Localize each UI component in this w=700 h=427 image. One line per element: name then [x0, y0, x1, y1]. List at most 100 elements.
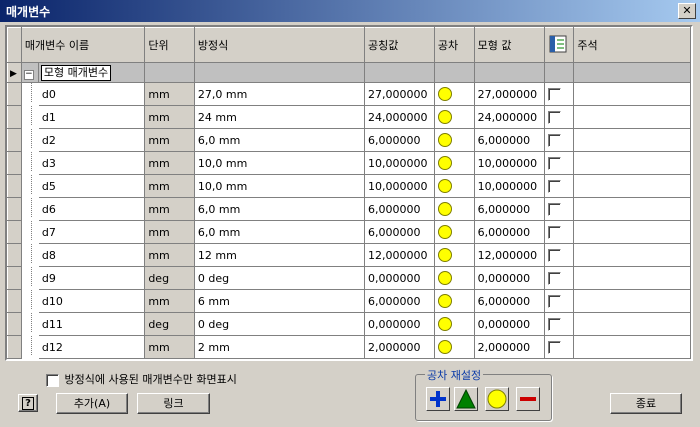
parameter-unit[interactable]: mm [144, 128, 195, 152]
close-button[interactable]: 종료 [610, 393, 682, 414]
export-checkbox[interactable] [547, 248, 561, 262]
parameter-equation[interactable]: 0 deg [193, 266, 366, 290]
parameter-unit[interactable]: deg [144, 266, 195, 290]
parameter-comment[interactable] [573, 82, 691, 106]
parameter-name[interactable]: d11 [37, 312, 146, 336]
parameter-equation[interactable]: 10,0 mm [193, 151, 366, 175]
export-checkbox[interactable] [547, 317, 561, 331]
parameter-equation[interactable]: 6,0 mm [193, 197, 366, 221]
tolerance-nominal-icon[interactable] [437, 225, 452, 239]
parameter-unit[interactable]: mm [144, 82, 195, 106]
parameter-export[interactable] [543, 105, 575, 129]
parameter-export[interactable] [543, 197, 575, 221]
export-checkbox[interactable] [547, 294, 561, 308]
parameter-unit[interactable]: mm [144, 174, 195, 198]
parameter-unit[interactable]: mm [144, 358, 195, 359]
row-selector[interactable] [7, 105, 22, 129]
parameter-row[interactable]: d2 mm 6,0 mm 6,000000 6,000000 [7, 128, 691, 152]
parameter-name[interactable]: d10 [37, 289, 146, 313]
tolerance-nominal-icon[interactable] [437, 110, 452, 124]
parameter-comment[interactable] [573, 128, 691, 152]
parameter-export[interactable] [543, 128, 575, 152]
parameter-export[interactable] [543, 358, 575, 359]
export-checkbox[interactable] [547, 110, 561, 124]
tree-toggle[interactable]: − [20, 62, 39, 83]
parameter-tolerance[interactable] [433, 105, 475, 129]
col-header-export[interactable] [543, 27, 575, 63]
parameter-comment[interactable] [573, 312, 691, 336]
export-checkbox[interactable] [547, 225, 561, 239]
parameter-row[interactable]: d11 deg 0 deg 0,000000 0,000000 [7, 312, 691, 336]
row-selector[interactable] [7, 335, 22, 359]
row-selector[interactable]: ▶ [7, 62, 22, 83]
export-checkbox[interactable] [547, 87, 561, 101]
parameter-name[interactable]: d12 [37, 335, 146, 359]
col-header-comment[interactable]: 주석 [573, 27, 691, 63]
parameter-name[interactable]: d0 [37, 82, 146, 106]
export-checkbox[interactable] [547, 271, 561, 285]
row-selector[interactable] [7, 289, 22, 313]
parameter-name[interactable]: d3 [37, 151, 146, 175]
parameter-export[interactable] [543, 174, 575, 198]
parameter-equation[interactable]: 6,0 mm [193, 220, 366, 244]
parameter-comment[interactable] [573, 105, 691, 129]
col-header-name[interactable]: 매개변수 이름 [20, 27, 146, 63]
parameter-tolerance[interactable] [433, 197, 475, 221]
col-header-unit[interactable]: 단위 [144, 27, 195, 63]
parameter-comment[interactable] [573, 335, 691, 359]
row-selector[interactable] [7, 151, 22, 175]
parameter-equation[interactable]: 24 mm [193, 105, 366, 129]
parameter-comment[interactable] [573, 358, 691, 359]
parameter-comment[interactable] [573, 197, 691, 221]
parameter-equation[interactable]: 0 deg [193, 312, 366, 336]
row-selector[interactable] [7, 197, 22, 221]
parameter-tolerance[interactable] [433, 243, 475, 267]
parameter-name[interactable]: d8 [37, 243, 146, 267]
row-selector[interactable] [7, 243, 22, 267]
parameter-tolerance[interactable] [433, 312, 475, 336]
row-selector[interactable] [7, 312, 22, 336]
parameter-name[interactable]: d2 [37, 128, 146, 152]
parameter-name[interactable]: d9 [37, 266, 146, 290]
export-checkbox[interactable] [547, 133, 561, 147]
tolerance-median-button[interactable] [454, 387, 478, 411]
col-header-nominal[interactable]: 공칭값 [364, 27, 435, 63]
parameter-export[interactable] [543, 151, 575, 175]
col-header-model-value[interactable]: 모형 값 [473, 27, 545, 63]
row-selector[interactable] [7, 82, 22, 106]
parameter-tolerance[interactable] [433, 174, 475, 198]
parameter-tolerance[interactable] [433, 358, 475, 359]
collapse-icon[interactable]: − [23, 69, 34, 80]
row-selector[interactable] [7, 220, 22, 244]
parameter-equation[interactable]: 10,0 mm [193, 174, 366, 198]
parameter-unit[interactable]: mm [144, 105, 195, 129]
col-header-equation[interactable]: 방정식 [193, 27, 366, 63]
parameter-comment[interactable] [573, 174, 691, 198]
parameter-row[interactable]: d14mm6 mm6,0000006,000000 [7, 358, 691, 359]
parameter-export[interactable] [543, 289, 575, 313]
link-button[interactable]: 링크 [137, 393, 210, 414]
close-window-button[interactable]: ✕ [678, 3, 696, 19]
show-only-used-option[interactable]: 방정식에 사용된 매개변수만 화면표시 [46, 371, 237, 387]
parameter-comment[interactable] [573, 289, 691, 313]
parameter-equation[interactable]: 12 mm [193, 243, 366, 267]
parameter-tolerance[interactable] [433, 128, 475, 152]
export-checkbox[interactable] [547, 202, 561, 216]
parameter-unit[interactable]: mm [144, 197, 195, 221]
parameter-unit[interactable]: mm [144, 220, 195, 244]
parameter-name[interactable]: d1 [37, 105, 146, 129]
parameter-row[interactable]: d7 mm 6,0 mm 6,000000 6,000000 [7, 220, 691, 244]
parameter-tolerance[interactable] [433, 82, 475, 106]
export-checkbox[interactable] [547, 179, 561, 193]
help-button[interactable]: ? [18, 394, 38, 412]
parameter-row[interactable]: d12 mm 2 mm 2,000000 2,000000 [7, 335, 691, 359]
row-selector[interactable] [7, 266, 22, 290]
parameter-name[interactable]: d7 [37, 220, 146, 244]
tolerance-nominal-icon[interactable] [437, 271, 452, 285]
parameter-name[interactable]: d14 [37, 358, 146, 359]
parameter-export[interactable] [543, 82, 575, 106]
tolerance-nominal-icon[interactable] [437, 317, 452, 331]
parameter-comment[interactable] [573, 243, 691, 267]
tolerance-lower-button[interactable] [516, 387, 540, 411]
parameter-row[interactable]: d1 mm 24 mm 24,000000 24,000000 [7, 105, 691, 129]
